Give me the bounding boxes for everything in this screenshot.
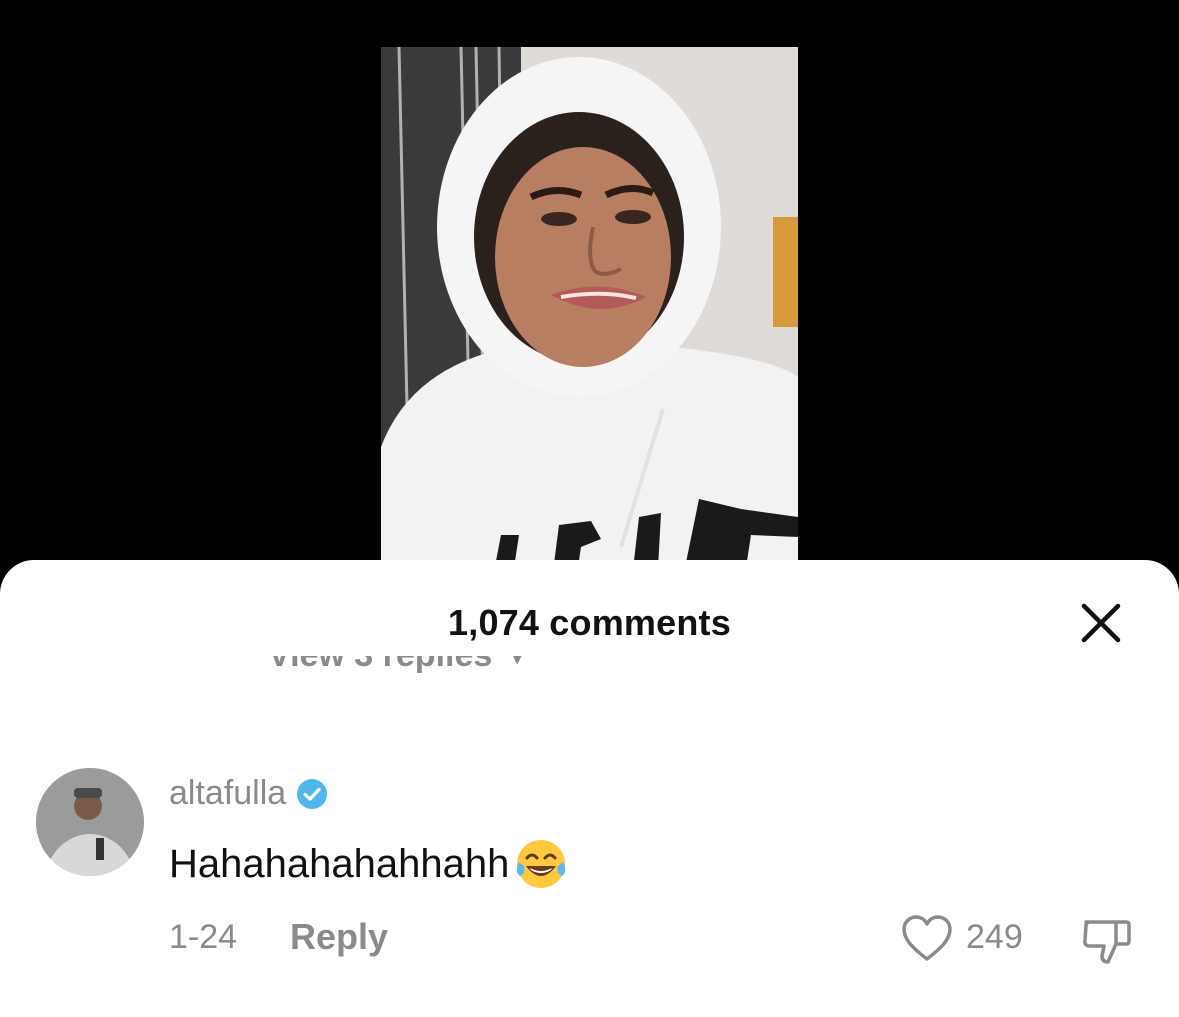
dislike-button[interactable]	[1080, 914, 1134, 968]
tears-of-joy-emoji-icon	[517, 840, 566, 888]
video-player[interactable]	[381, 47, 798, 587]
verified-badge-icon	[297, 778, 328, 809]
comments-count-title: 1,074 comments	[448, 602, 731, 643]
comment-date: 1-24	[169, 918, 238, 956]
comment-username-row: altafulla	[169, 774, 328, 813]
view-replies-link[interactable]: View 3 replies ▾	[268, 656, 523, 694]
close-icon	[1081, 603, 1121, 643]
comments-sheet: 1,074 comments View 3 replies ▾ altafull…	[0, 560, 1179, 1017]
reply-button[interactable]: Reply	[290, 916, 388, 958]
comment-body: Hahahahahahhahh	[169, 836, 569, 892]
like-button[interactable]	[900, 914, 954, 964]
avatar[interactable]	[36, 768, 144, 876]
close-button[interactable]	[1078, 600, 1124, 646]
view-replies-label: View 3 replies	[268, 656, 492, 674]
avatar-image	[36, 768, 144, 876]
like-count: 249	[966, 918, 1023, 956]
video-frame-image	[381, 47, 798, 587]
comment-text: Hahahahahahhahh	[169, 841, 510, 886]
thumbs-down-outline-icon	[1083, 920, 1131, 964]
chevron-down-icon: ▾	[511, 656, 523, 670]
heart-outline-icon	[902, 915, 952, 961]
comment-username[interactable]: altafulla	[169, 774, 286, 813]
